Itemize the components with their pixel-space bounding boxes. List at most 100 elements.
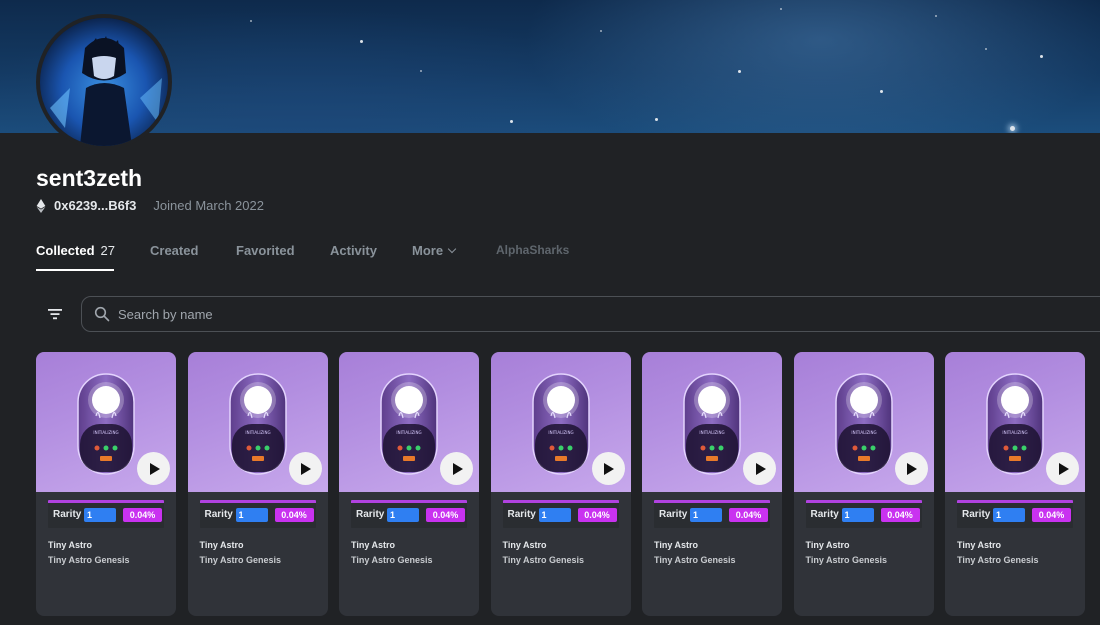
- svg-text:INITIALIZING: INITIALIZING: [699, 430, 724, 435]
- nft-card[interactable]: INITIALIZING Rarity 1 0.04% Tiny Astro T…: [642, 352, 782, 616]
- nft-image[interactable]: INITIALIZING: [642, 352, 782, 492]
- tab-collected[interactable]: Collected 27: [36, 243, 115, 271]
- nft-grid: INITIALIZING Rarity 1 0.04% Tiny Astro T…: [36, 352, 1100, 625]
- capsule-artwork: INITIALIZING: [834, 373, 893, 475]
- nft-name: Tiny Astro: [48, 540, 93, 550]
- play-icon: [755, 462, 766, 475]
- avatar[interactable]: [36, 14, 172, 150]
- nft-card[interactable]: INITIALIZING Rarity 1 0.04% Tiny Astro T…: [36, 352, 176, 616]
- play-button[interactable]: [440, 452, 473, 485]
- rarity-rank-badge: 1: [841, 508, 874, 522]
- rarity-label: Rarity: [810, 509, 839, 520]
- nft-collection[interactable]: Tiny Astro Genesis: [351, 555, 433, 565]
- nft-card[interactable]: INITIALIZING Rarity 1 0.04% Tiny Astro T…: [490, 352, 631, 616]
- svg-text:INITIALIZING: INITIALIZING: [851, 430, 876, 435]
- nft-card[interactable]: INITIALIZING Rarity 1 0.04% Tiny Astro T…: [339, 352, 479, 616]
- capsule-artwork: INITIALIZING: [986, 373, 1044, 475]
- rarity-percent-badge: 0.04%: [123, 508, 162, 522]
- play-button[interactable]: [137, 452, 170, 485]
- nft-name: Tiny Astro: [199, 540, 244, 550]
- nft-image[interactable]: INITIALIZING: [945, 352, 1085, 492]
- nft-name: Tiny Astro: [805, 540, 850, 550]
- play-button[interactable]: [288, 452, 322, 485]
- tab-alphasharks-label: AlphaSharks: [496, 243, 570, 257]
- play-icon: [452, 462, 463, 475]
- nft-card[interactable]: INITIALIZING Rarity 1 0.04% Tiny Astro T…: [187, 352, 328, 616]
- nft-collection[interactable]: Tiny Astro Genesis: [503, 555, 585, 565]
- rarity-bar: Rarity 1 0.04%: [502, 500, 619, 528]
- rarity-bar: Rarity 1 0.04%: [654, 500, 770, 528]
- tab-more[interactable]: More: [412, 243, 457, 271]
- svg-text:INITIALIZING: INITIALIZING: [548, 430, 573, 435]
- rarity-label: Rarity: [356, 509, 385, 520]
- capsule-artwork: INITIALIZING: [380, 373, 438, 475]
- search-box[interactable]: [81, 296, 1100, 332]
- nft-collection[interactable]: Tiny Astro Genesis: [957, 555, 1039, 565]
- rarity-bar: Rarity 1 0.04%: [351, 500, 467, 528]
- play-icon: [604, 462, 614, 475]
- play-icon: [301, 462, 311, 475]
- wallet-address[interactable]: 0x6239...B6f3: [54, 198, 136, 213]
- rarity-rank-badge: 1: [993, 508, 1025, 522]
- nft-card[interactable]: INITIALIZING Rarity 1 0.04% Tiny Astro T…: [945, 352, 1085, 616]
- tab-created[interactable]: Created: [150, 243, 198, 271]
- tab-more-label: More: [412, 243, 444, 258]
- nft-image[interactable]: INITIALIZING: [187, 352, 328, 492]
- nft-name: Tiny Astro: [654, 540, 699, 550]
- svg-text:INITIALIZING: INITIALIZING: [1002, 430, 1027, 435]
- play-button[interactable]: [1046, 452, 1079, 485]
- tab-activity-label: Activity: [330, 243, 377, 258]
- active-tab-indicator: [36, 269, 114, 271]
- svg-text:INITIALIZING: INITIALIZING: [93, 430, 118, 435]
- rarity-rank-badge: 1: [690, 508, 722, 522]
- filter-button[interactable]: [36, 296, 74, 332]
- capsule-artwork: INITIALIZING: [683, 373, 741, 475]
- search-icon: [94, 306, 110, 322]
- tab-activity[interactable]: Activity: [330, 243, 377, 271]
- rarity-rank-badge: 1: [538, 508, 571, 522]
- nft-card[interactable]: INITIALIZING Rarity 1 0.04% Tiny Astro T…: [793, 352, 934, 616]
- joined-date: Joined March 2022: [153, 198, 264, 213]
- capsule-artwork: INITIALIZING: [228, 373, 287, 475]
- play-icon: [1058, 462, 1069, 475]
- profile-meta: 0x6239...B6f3 Joined March 2022: [36, 198, 264, 213]
- nft-image[interactable]: INITIALIZING: [339, 352, 479, 492]
- search-input[interactable]: [118, 306, 1018, 322]
- nft-image[interactable]: INITIALIZING: [36, 352, 176, 492]
- play-icon: [149, 462, 160, 475]
- chevron-down-icon: [447, 244, 457, 254]
- rarity-percent-badge: 0.04%: [274, 508, 314, 522]
- play-button[interactable]: [743, 452, 776, 485]
- nft-collection[interactable]: Tiny Astro Genesis: [654, 555, 736, 565]
- nft-collection[interactable]: Tiny Astro Genesis: [48, 555, 130, 565]
- rarity-percent-badge: 0.04%: [426, 508, 465, 522]
- play-icon: [907, 462, 917, 475]
- tab-favorited[interactable]: Favorited: [236, 243, 295, 271]
- tab-favorited-label: Favorited: [236, 243, 295, 258]
- tab-alphasharks[interactable]: AlphaSharks: [496, 243, 569, 271]
- nft-collection[interactable]: Tiny Astro Genesis: [200, 555, 282, 565]
- rarity-percent-badge: 0.04%: [1032, 508, 1071, 522]
- rarity-percent-badge: 0.04%: [729, 508, 768, 522]
- nft-image[interactable]: INITIALIZING: [490, 352, 631, 492]
- rarity-bar: Rarity 1 0.04%: [199, 500, 316, 528]
- rarity-rank-badge: 1: [235, 508, 268, 522]
- rarity-rank-badge: 1: [387, 508, 419, 522]
- rarity-percent-badge: 0.04%: [577, 508, 617, 522]
- capsule-artwork: INITIALIZING: [531, 373, 590, 475]
- profile-username: sent3zeth: [36, 165, 143, 191]
- rarity-rank-badge: 1: [84, 508, 116, 522]
- play-button[interactable]: [894, 452, 928, 485]
- tab-collected-label: Collected: [36, 243, 95, 258]
- ethereum-icon: [36, 198, 46, 213]
- rarity-bar: Rarity 1 0.04%: [48, 500, 164, 528]
- svg-text:INITIALIZING: INITIALIZING: [396, 430, 421, 435]
- nft-collection[interactable]: Tiny Astro Genesis: [806, 555, 888, 565]
- nft-name: Tiny Astro: [502, 540, 547, 550]
- tab-created-label: Created: [150, 243, 199, 258]
- play-button[interactable]: [591, 452, 625, 485]
- rarity-label: Rarity: [507, 509, 536, 520]
- filter-icon: [48, 309, 62, 320]
- nft-image[interactable]: INITIALIZING: [793, 352, 934, 492]
- capsule-artwork: INITIALIZING: [77, 373, 135, 475]
